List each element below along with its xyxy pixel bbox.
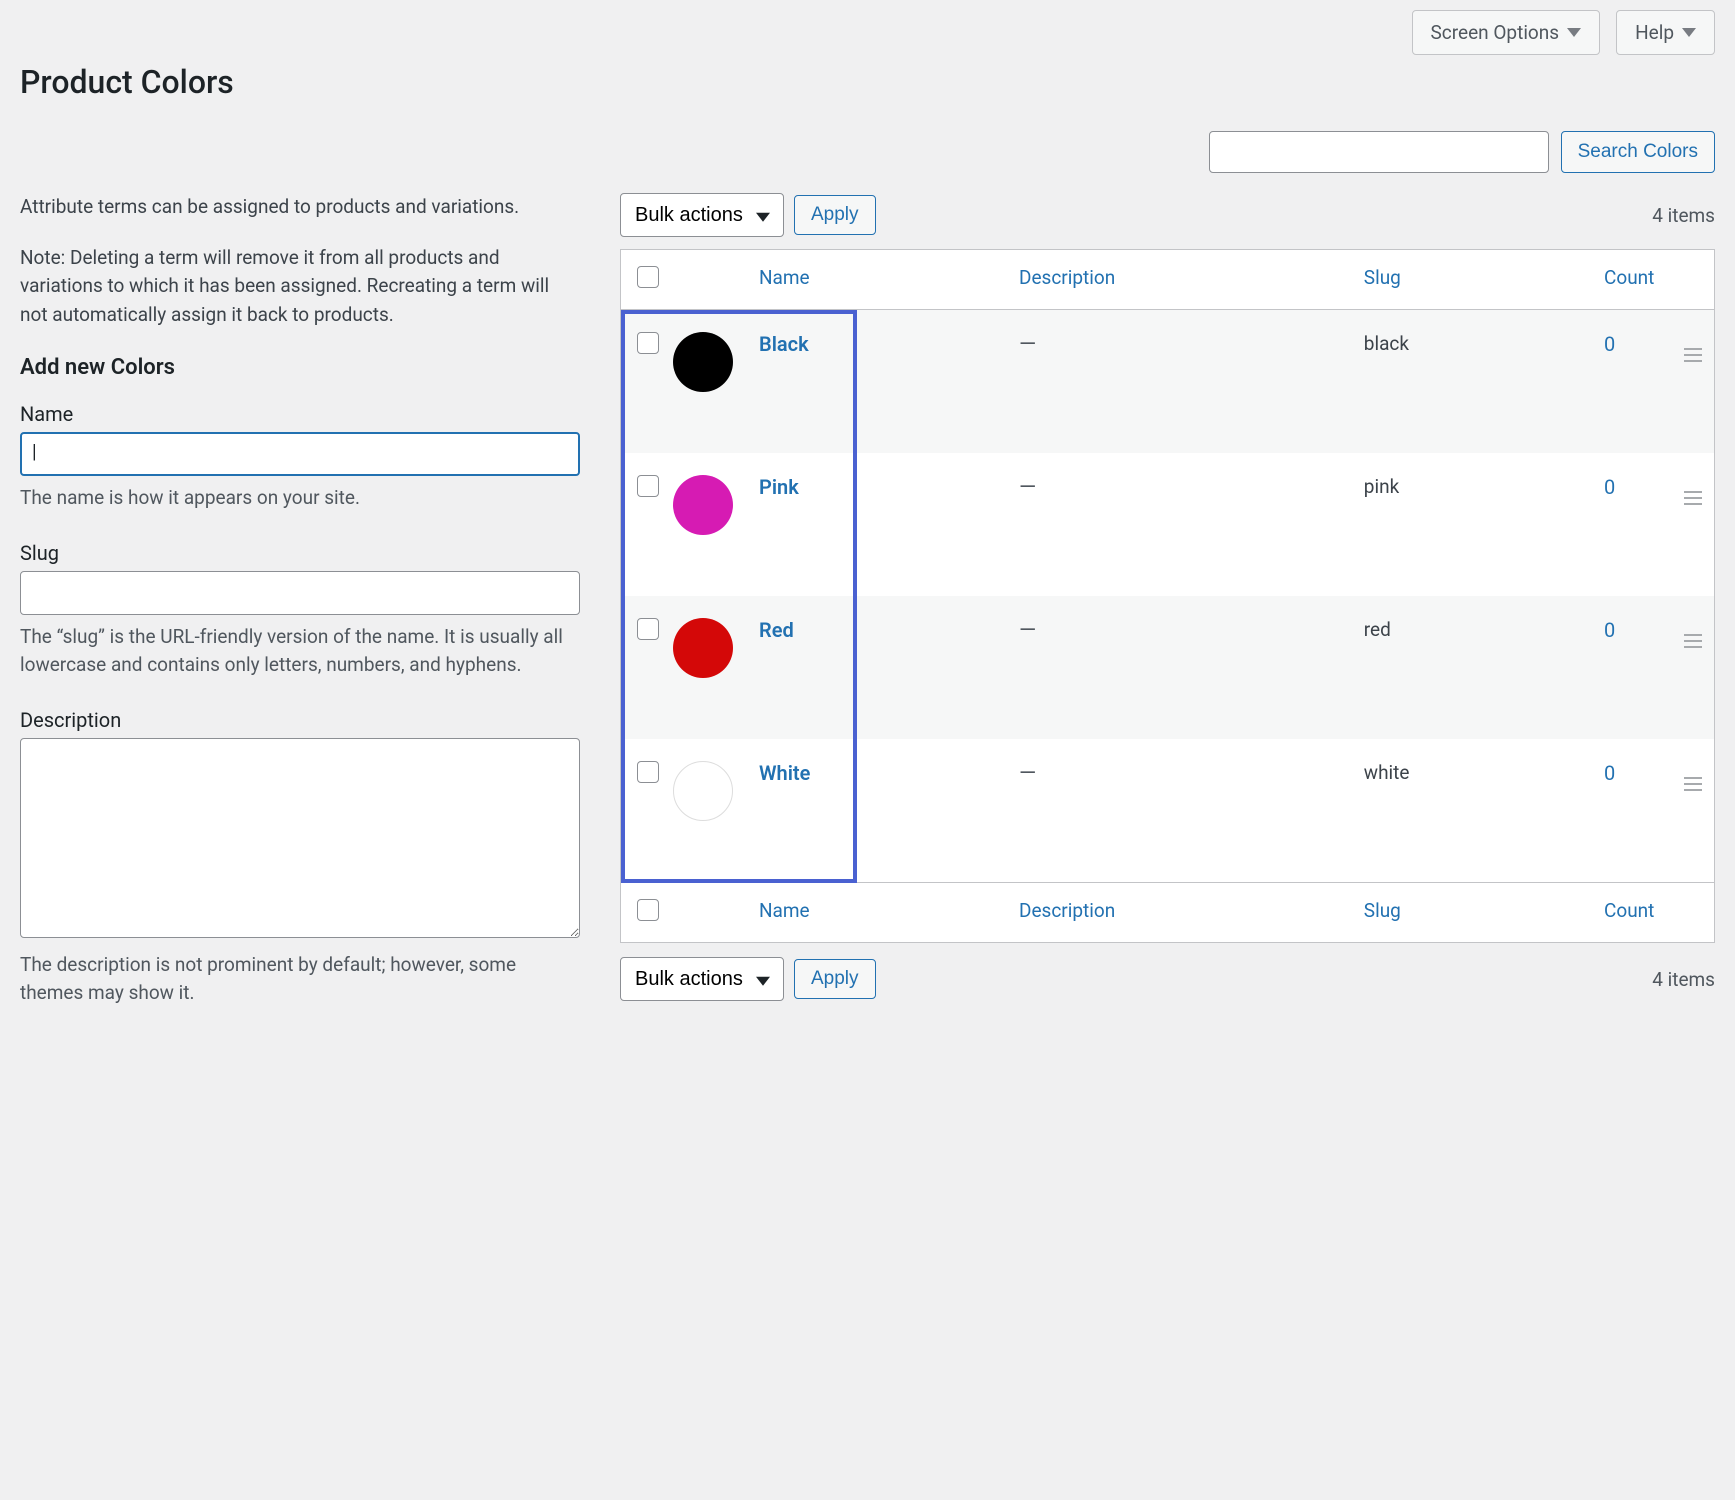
chevron-down-icon: [1567, 28, 1581, 37]
name-label: Name: [20, 402, 580, 426]
bulk-actions-select-top[interactable]: Bulk actions: [620, 193, 784, 237]
term-description: —: [1019, 475, 1036, 500]
page-title: Product Colors: [20, 63, 1715, 101]
term-slug: black: [1364, 332, 1409, 355]
column-count-footer[interactable]: Count: [1592, 883, 1672, 943]
screen-options-label: Screen Options: [1431, 21, 1560, 44]
column-description-footer[interactable]: Description: [1007, 883, 1352, 943]
description-help: The description is not prominent by defa…: [20, 951, 580, 1008]
term-count-link[interactable]: 0: [1604, 332, 1615, 356]
apply-button-top[interactable]: Apply: [794, 195, 876, 235]
table-row: Pink — pink 0: [621, 453, 1715, 596]
row-checkbox[interactable]: [637, 618, 659, 640]
term-slug: pink: [1364, 475, 1399, 498]
drag-handle-icon[interactable]: [1684, 348, 1702, 362]
items-count-bottom: 4 items: [1652, 968, 1715, 991]
column-count[interactable]: Count: [1592, 250, 1672, 310]
slug-label: Slug: [20, 541, 580, 565]
intro-paragraph-2: Note: Deleting a term will remove it fro…: [20, 244, 580, 330]
color-swatch: [673, 475, 733, 535]
column-slug[interactable]: Slug: [1352, 250, 1592, 310]
term-description: —: [1019, 332, 1036, 357]
term-name-link[interactable]: Pink: [759, 475, 799, 499]
select-all-checkbox-bottom[interactable]: [637, 899, 659, 921]
term-count-link[interactable]: 0: [1604, 618, 1615, 642]
term-description: —: [1019, 761, 1036, 786]
term-count-link[interactable]: 0: [1604, 761, 1615, 785]
slug-help: The “slug” is the URL-friendly version o…: [20, 623, 580, 680]
row-checkbox[interactable]: [637, 475, 659, 497]
drag-handle-icon[interactable]: [1684, 491, 1702, 505]
term-slug: red: [1364, 618, 1391, 641]
screen-options-tab[interactable]: Screen Options: [1412, 10, 1601, 55]
intro-paragraph-1: Attribute terms can be assigned to produ…: [20, 193, 580, 222]
description-textarea[interactable]: [20, 738, 580, 938]
help-label: Help: [1635, 21, 1674, 44]
items-count-top: 4 items: [1652, 204, 1715, 227]
column-slug-footer[interactable]: Slug: [1352, 883, 1592, 943]
search-colors-button[interactable]: Search Colors: [1561, 131, 1715, 173]
term-name-link[interactable]: Red: [759, 618, 794, 642]
row-checkbox[interactable]: [637, 332, 659, 354]
color-swatch: [673, 761, 733, 821]
term-count-link[interactable]: 0: [1604, 475, 1615, 499]
name-input[interactable]: [20, 432, 580, 476]
color-swatch: [673, 618, 733, 678]
description-label: Description: [20, 708, 580, 732]
table-row: Black — black 0: [621, 310, 1715, 454]
add-new-heading: Add new Colors: [20, 355, 580, 380]
term-name-link[interactable]: White: [759, 761, 810, 785]
row-checkbox[interactable]: [637, 761, 659, 783]
column-description[interactable]: Description: [1007, 250, 1352, 310]
term-name-link[interactable]: Black: [759, 332, 809, 356]
drag-handle-icon[interactable]: [1684, 777, 1702, 791]
column-name-footer[interactable]: Name: [747, 883, 1007, 943]
apply-button-bottom[interactable]: Apply: [794, 959, 876, 999]
name-help: The name is how it appears on your site.: [20, 484, 580, 513]
term-slug: white: [1364, 761, 1410, 784]
table-row: White — white 0: [621, 739, 1715, 883]
search-input[interactable]: [1209, 131, 1549, 173]
slug-input[interactable]: [20, 571, 580, 615]
column-name[interactable]: Name: [747, 250, 1007, 310]
drag-handle-icon[interactable]: [1684, 634, 1702, 648]
help-tab[interactable]: Help: [1616, 10, 1715, 55]
color-swatch: [673, 332, 733, 392]
text-cursor-icon: |: [28, 440, 37, 463]
term-description: —: [1019, 618, 1036, 643]
chevron-down-icon: [1682, 28, 1696, 37]
bulk-actions-select-bottom[interactable]: Bulk actions: [620, 957, 784, 1001]
table-row: Red — red 0: [621, 596, 1715, 739]
select-all-checkbox-top[interactable]: [637, 266, 659, 288]
